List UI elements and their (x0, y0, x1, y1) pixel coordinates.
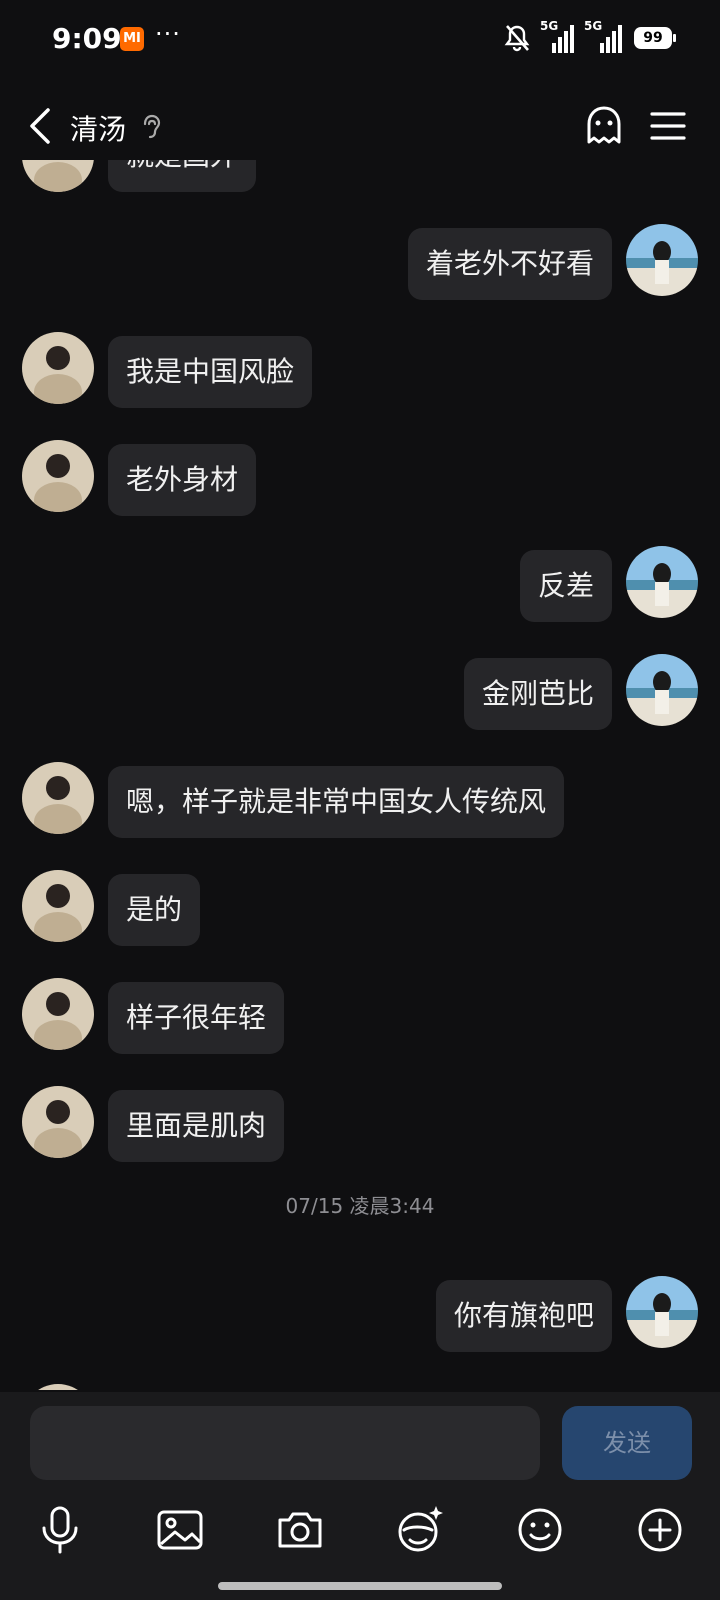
status-bar: 9:09 MI ··· 5G 5G 99 (0, 0, 720, 80)
message-bubble[interactable]: 我是中国风脸 (108, 336, 313, 408)
status-time: 9:09 (52, 22, 122, 55)
camera-icon[interactable] (270, 1500, 330, 1560)
user-avatar[interactable] (626, 546, 698, 618)
message-bubble[interactable]: 嗯，样子就是非常中国女人传统风 (108, 766, 565, 838)
send-button[interactable]: 发送 (562, 1406, 692, 1480)
ghost-icon[interactable] (582, 104, 626, 148)
user-avatar[interactable] (626, 224, 698, 296)
home-indicator[interactable] (218, 1582, 502, 1590)
mute-bell-icon (504, 25, 530, 52)
message-input[interactable] (30, 1406, 540, 1480)
status-indicators: 5G 5G 99 (504, 19, 676, 54)
contact-avatar[interactable] (22, 160, 94, 192)
user-avatar[interactable] (626, 654, 698, 726)
contact-avatar[interactable] (22, 332, 94, 404)
composer: 发送 (0, 1392, 720, 1600)
plus-icon[interactable] (630, 1500, 690, 1560)
input-toolbar (0, 1500, 720, 1564)
user-avatar[interactable] (626, 1276, 698, 1348)
ear-icon[interactable] (138, 112, 166, 142)
message-bubble[interactable]: 就是国外 (108, 160, 257, 192)
emoji-icon[interactable] (510, 1500, 570, 1560)
message-list[interactable]: 就是国外 着老外不好看 我是中国风脸 老外身材 反差 金刚芭比 嗯，样子就是非常… (0, 160, 720, 1390)
message-bubble[interactable]: 里面是肌肉 (108, 1090, 285, 1162)
menu-icon[interactable] (648, 108, 688, 144)
battery-indicator: 99 (634, 27, 676, 49)
contact-avatar[interactable] (22, 978, 94, 1050)
more-notifications-icon: ··· (155, 20, 181, 48)
chevron-left-icon[interactable] (22, 104, 62, 148)
signal-bars-icon (552, 25, 574, 53)
message-bubble[interactable]: 是的 (108, 874, 201, 946)
signal-2: 5G (584, 19, 624, 53)
microphone-icon[interactable] (30, 1500, 90, 1560)
chat-title[interactable]: 清汤 (70, 108, 126, 148)
image-icon[interactable] (150, 1500, 210, 1560)
contact-avatar[interactable] (22, 1086, 94, 1158)
chat-header: 清汤 (0, 90, 720, 162)
mi-badge: MI (120, 27, 144, 51)
signal-bars-icon (600, 25, 622, 53)
message-bubble[interactable]: 反差 (519, 550, 612, 622)
message-bubble[interactable]: 样子很年轻 (108, 982, 285, 1054)
contact-avatar[interactable] (22, 870, 94, 942)
message-bubble[interactable]: 着老外不好看 (407, 228, 612, 300)
signal-1: 5G (540, 19, 574, 53)
contact-avatar[interactable] (22, 1384, 94, 1390)
message-bubble[interactable]: 你有旗袍吧 (435, 1280, 612, 1352)
contact-avatar[interactable] (22, 440, 94, 512)
message-bubble[interactable]: 老外身材 (108, 444, 257, 516)
sticker-icon[interactable] (390, 1500, 450, 1560)
contact-avatar[interactable] (22, 762, 94, 834)
message-bubble[interactable]: 金刚芭比 (463, 658, 612, 730)
message-timestamp: 07/15 凌晨3:44 (285, 1194, 435, 1218)
